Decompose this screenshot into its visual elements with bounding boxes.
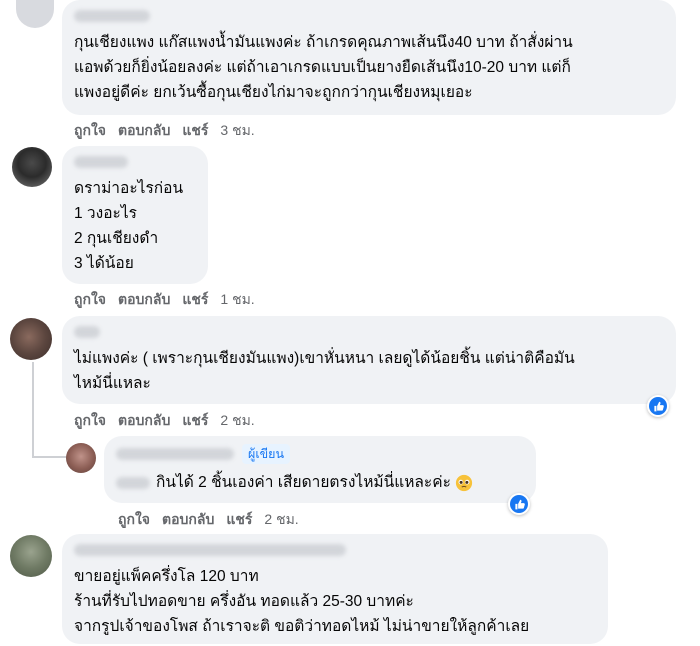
reaction-badge[interactable] bbox=[508, 493, 530, 515]
timestamp[interactable]: 3 ชม. bbox=[220, 120, 254, 142]
share-button[interactable]: แชร์ bbox=[182, 120, 208, 142]
share-button[interactable]: แชร์ bbox=[226, 509, 252, 531]
comment-text: ดราม่าอะไรก่อน 1 วงอะไร 2 กุนเชียงดำ 3 ไ… bbox=[74, 180, 184, 272]
thread-connector-line bbox=[32, 362, 34, 458]
reply-button[interactable]: ตอบกลับ bbox=[118, 410, 170, 432]
comment-text-row: กินได้ 2 ชิ้นเองค่า เสียดายตรงไหม้นี่แหล… bbox=[116, 470, 524, 495]
comment-bubble: ขายอยู่แพ็คครึ่งโล 120 บาท ร้านที่รับไปท… bbox=[62, 534, 608, 644]
comment-text: กินได้ 2 ชิ้นเองค่า เสียดายตรงไหม้นี่แหล… bbox=[156, 474, 451, 491]
timestamp[interactable]: 1 ชม. bbox=[220, 289, 254, 311]
comment-bubble: กุนเชียงแพง แก๊สแพงน้ำมันแพงค่ะ ถ้าเกรดค… bbox=[62, 0, 676, 115]
commenter-avatar[interactable] bbox=[10, 318, 52, 360]
author-name-blurred bbox=[74, 10, 150, 22]
commenter-avatar[interactable] bbox=[16, 0, 54, 28]
timestamp[interactable]: 2 ชม. bbox=[220, 410, 254, 432]
author-avatar[interactable] bbox=[66, 443, 96, 473]
author-badge: ผู้เขียน bbox=[242, 444, 291, 464]
author-name-blurred bbox=[116, 476, 150, 489]
like-button[interactable]: ถูกใจ bbox=[74, 289, 106, 311]
author-name-blurred bbox=[74, 156, 128, 168]
author-row: ผู้เขียน bbox=[116, 444, 524, 464]
comment-bubble: ดราม่าอะไรก่อน 1 วงอะไร 2 กุนเชียงดำ 3 ไ… bbox=[62, 146, 208, 284]
share-button[interactable]: แชร์ bbox=[182, 289, 208, 311]
author-name-blurred bbox=[74, 544, 346, 556]
reply-button[interactable]: ตอบกลับ bbox=[118, 120, 170, 142]
comment-bubble: ไม่แพงค่ะ ( เพราะกุนเชียงมันแพง)เขาหั่นห… bbox=[62, 316, 676, 404]
comment-actions: ถูกใจ ตอบกลับ แชร์ 2 ชม. bbox=[74, 410, 255, 432]
reply-button[interactable]: ตอบกลับ bbox=[118, 289, 170, 311]
reaction-badge[interactable] bbox=[647, 395, 669, 417]
commenter-avatar[interactable] bbox=[10, 535, 52, 577]
reply-button[interactable]: ตอบกลับ bbox=[162, 509, 214, 531]
like-reaction-icon bbox=[510, 495, 528, 513]
comment-actions: ถูกใจ ตอบกลับ แชร์ 1 ชม. bbox=[74, 289, 255, 311]
comment-actions: ถูกใจ ตอบกลับ แชร์ 3 ชม. bbox=[74, 120, 255, 142]
comment-actions: ถูกใจ ตอบกลับ แชร์ 2 ชม. bbox=[118, 509, 299, 531]
like-reaction-icon bbox=[649, 397, 667, 415]
like-button[interactable]: ถูกใจ bbox=[118, 509, 150, 531]
like-button[interactable]: ถูกใจ bbox=[74, 120, 106, 142]
comment-bubble: ผู้เขียน กินได้ 2 ชิ้นเองค่า เสียดายตรงไ… bbox=[104, 436, 536, 503]
comment-text: ขายอยู่แพ็คครึ่งโล 120 บาท ร้านที่รับไปท… bbox=[74, 568, 530, 635]
author-name-blurred bbox=[74, 326, 100, 338]
author-name-blurred bbox=[116, 448, 234, 460]
pleading-face-emoji-icon bbox=[455, 474, 473, 491]
comment-text: กุนเชียงแพง แก๊สแพงน้ำมันแพงค่ะ ถ้าเกรดค… bbox=[74, 34, 573, 101]
comment-text: ไม่แพงค่ะ ( เพราะกุนเชียงมันแพง)เขาหั่นห… bbox=[74, 350, 575, 392]
share-button[interactable]: แชร์ bbox=[182, 410, 208, 432]
like-button[interactable]: ถูกใจ bbox=[74, 410, 106, 432]
commenter-avatar[interactable] bbox=[12, 147, 52, 187]
timestamp[interactable]: 2 ชม. bbox=[264, 509, 298, 531]
thread-connector-branch bbox=[32, 456, 70, 458]
